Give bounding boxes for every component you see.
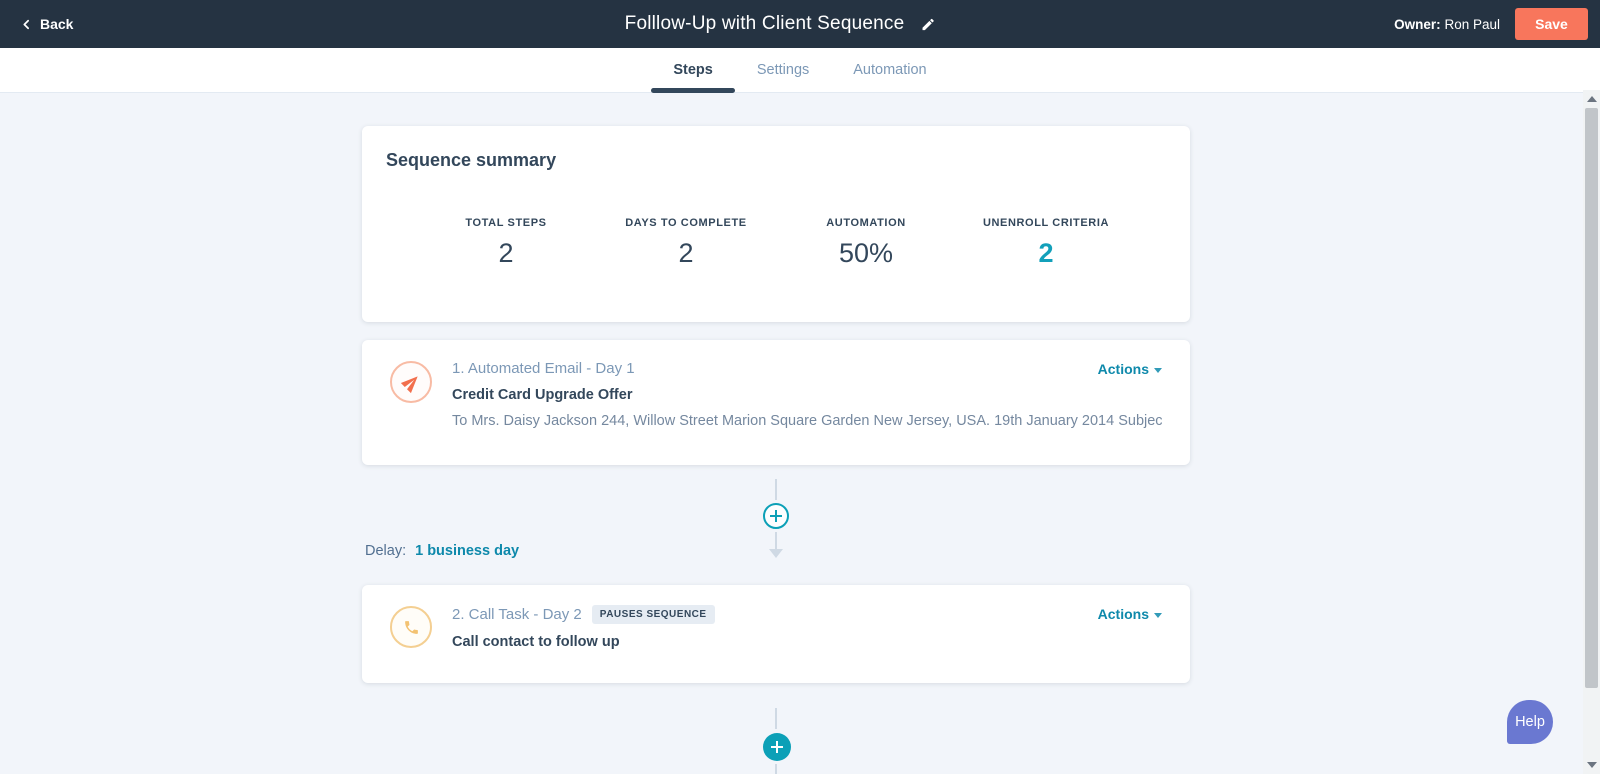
- caret-down-icon: [1154, 367, 1162, 373]
- stat-total-steps: TOTAL STEPS 2: [416, 217, 596, 269]
- save-button[interactable]: Save: [1515, 8, 1588, 40]
- step-1-actions-dropdown[interactable]: Actions: [1098, 361, 1162, 377]
- step-card-2: 2. Call Task - Day 2 PAUSES SEQUENCE Cal…: [362, 585, 1190, 683]
- step-connector-2: [362, 683, 1190, 774]
- step-2-icon-circle: [390, 606, 432, 648]
- owner-label: Owner:: [1394, 16, 1441, 32]
- back-button[interactable]: Back: [20, 16, 73, 32]
- delay-row: Delay: 1 business day: [365, 543, 519, 559]
- actions-label: Actions: [1097, 606, 1149, 622]
- actions-label: Actions: [1097, 361, 1149, 377]
- step-2-header: 2. Call Task - Day 2: [452, 606, 582, 623]
- step-1-icon-circle: [390, 361, 432, 403]
- stat-days-to-complete: DAYS TO COMPLETE 2: [596, 217, 776, 269]
- tab-bar: Steps Settings Automation: [0, 48, 1600, 93]
- summary-title: Sequence summary: [386, 150, 557, 170]
- phone-icon: [403, 619, 420, 636]
- step-1-preview: To Mrs. Daisy Jackson 244, Willow Street…: [452, 413, 1162, 429]
- pauses-sequence-badge: PAUSES SEQUENCE: [591, 605, 715, 624]
- back-label: Back: [40, 16, 74, 32]
- top-bar: Back Folllow-Up with Client Sequence Own…: [0, 0, 1600, 48]
- vertical-scrollbar[interactable]: [1583, 90, 1600, 774]
- send-icon: [398, 369, 425, 396]
- step-1-title: Credit Card Upgrade Offer: [452, 387, 633, 403]
- stat-value: 50%: [838, 238, 894, 268]
- stat-label: UNENROLL CRITERIA: [982, 217, 1110, 229]
- tab-automation[interactable]: Automation: [831, 48, 948, 92]
- delay-value-link[interactable]: 1 business day: [415, 543, 519, 559]
- step-2-title: Call contact to follow up: [452, 634, 620, 650]
- page-title: Folllow-Up with Client Sequence: [624, 13, 905, 34]
- caret-down-icon: [1154, 612, 1162, 618]
- owner-name: Ron Paul: [1444, 16, 1500, 32]
- step-card-1: 1. Automated Email - Day 1 Credit Card U…: [362, 340, 1190, 465]
- owner-text: Owner: Ron Paul: [1394, 17, 1500, 32]
- stat-value: 2: [498, 238, 514, 268]
- chevron-left-icon: [20, 18, 33, 31]
- arrow-down-icon: [775, 764, 777, 774]
- tab-steps[interactable]: Steps: [651, 48, 735, 93]
- stat-unenroll-criteria: UNENROLL CRITERIA 2: [956, 217, 1136, 269]
- scrollbar-thumb[interactable]: [1585, 108, 1598, 688]
- add-step-button-2[interactable]: [763, 733, 791, 761]
- arrow-down-icon: [769, 532, 783, 558]
- stat-label: TOTAL STEPS: [465, 217, 547, 229]
- connector-line: [775, 479, 777, 500]
- scroll-down-arrow-icon[interactable]: [1587, 762, 1597, 768]
- delay-label: Delay:: [365, 543, 407, 559]
- add-step-button-1[interactable]: [763, 503, 789, 529]
- scroll-up-arrow-icon[interactable]: [1587, 96, 1597, 102]
- stat-label: AUTOMATION: [826, 217, 906, 229]
- step-connector-1: Delay: 1 business day: [362, 465, 1190, 567]
- help-button[interactable]: Help: [1507, 700, 1553, 744]
- main-content: Sequence summary TOTAL STEPS 2 DAYS TO C…: [0, 93, 1600, 774]
- summary-stats: TOTAL STEPS 2 DAYS TO COMPLETE 2 AUTOMAT…: [386, 217, 1166, 269]
- connector-line: [775, 708, 777, 729]
- edit-title-icon[interactable]: [920, 17, 935, 32]
- stat-label: DAYS TO COMPLETE: [625, 217, 747, 229]
- step-2-actions-dropdown[interactable]: Actions: [1098, 606, 1162, 622]
- stat-value: 2: [678, 238, 694, 268]
- stat-value: 2: [1038, 238, 1054, 268]
- sequence-summary-card: Sequence summary TOTAL STEPS 2 DAYS TO C…: [362, 126, 1190, 322]
- stat-automation: AUTOMATION 50%: [776, 217, 956, 269]
- tab-settings[interactable]: Settings: [735, 48, 831, 92]
- step-1-header: 1. Automated Email - Day 1: [452, 360, 635, 377]
